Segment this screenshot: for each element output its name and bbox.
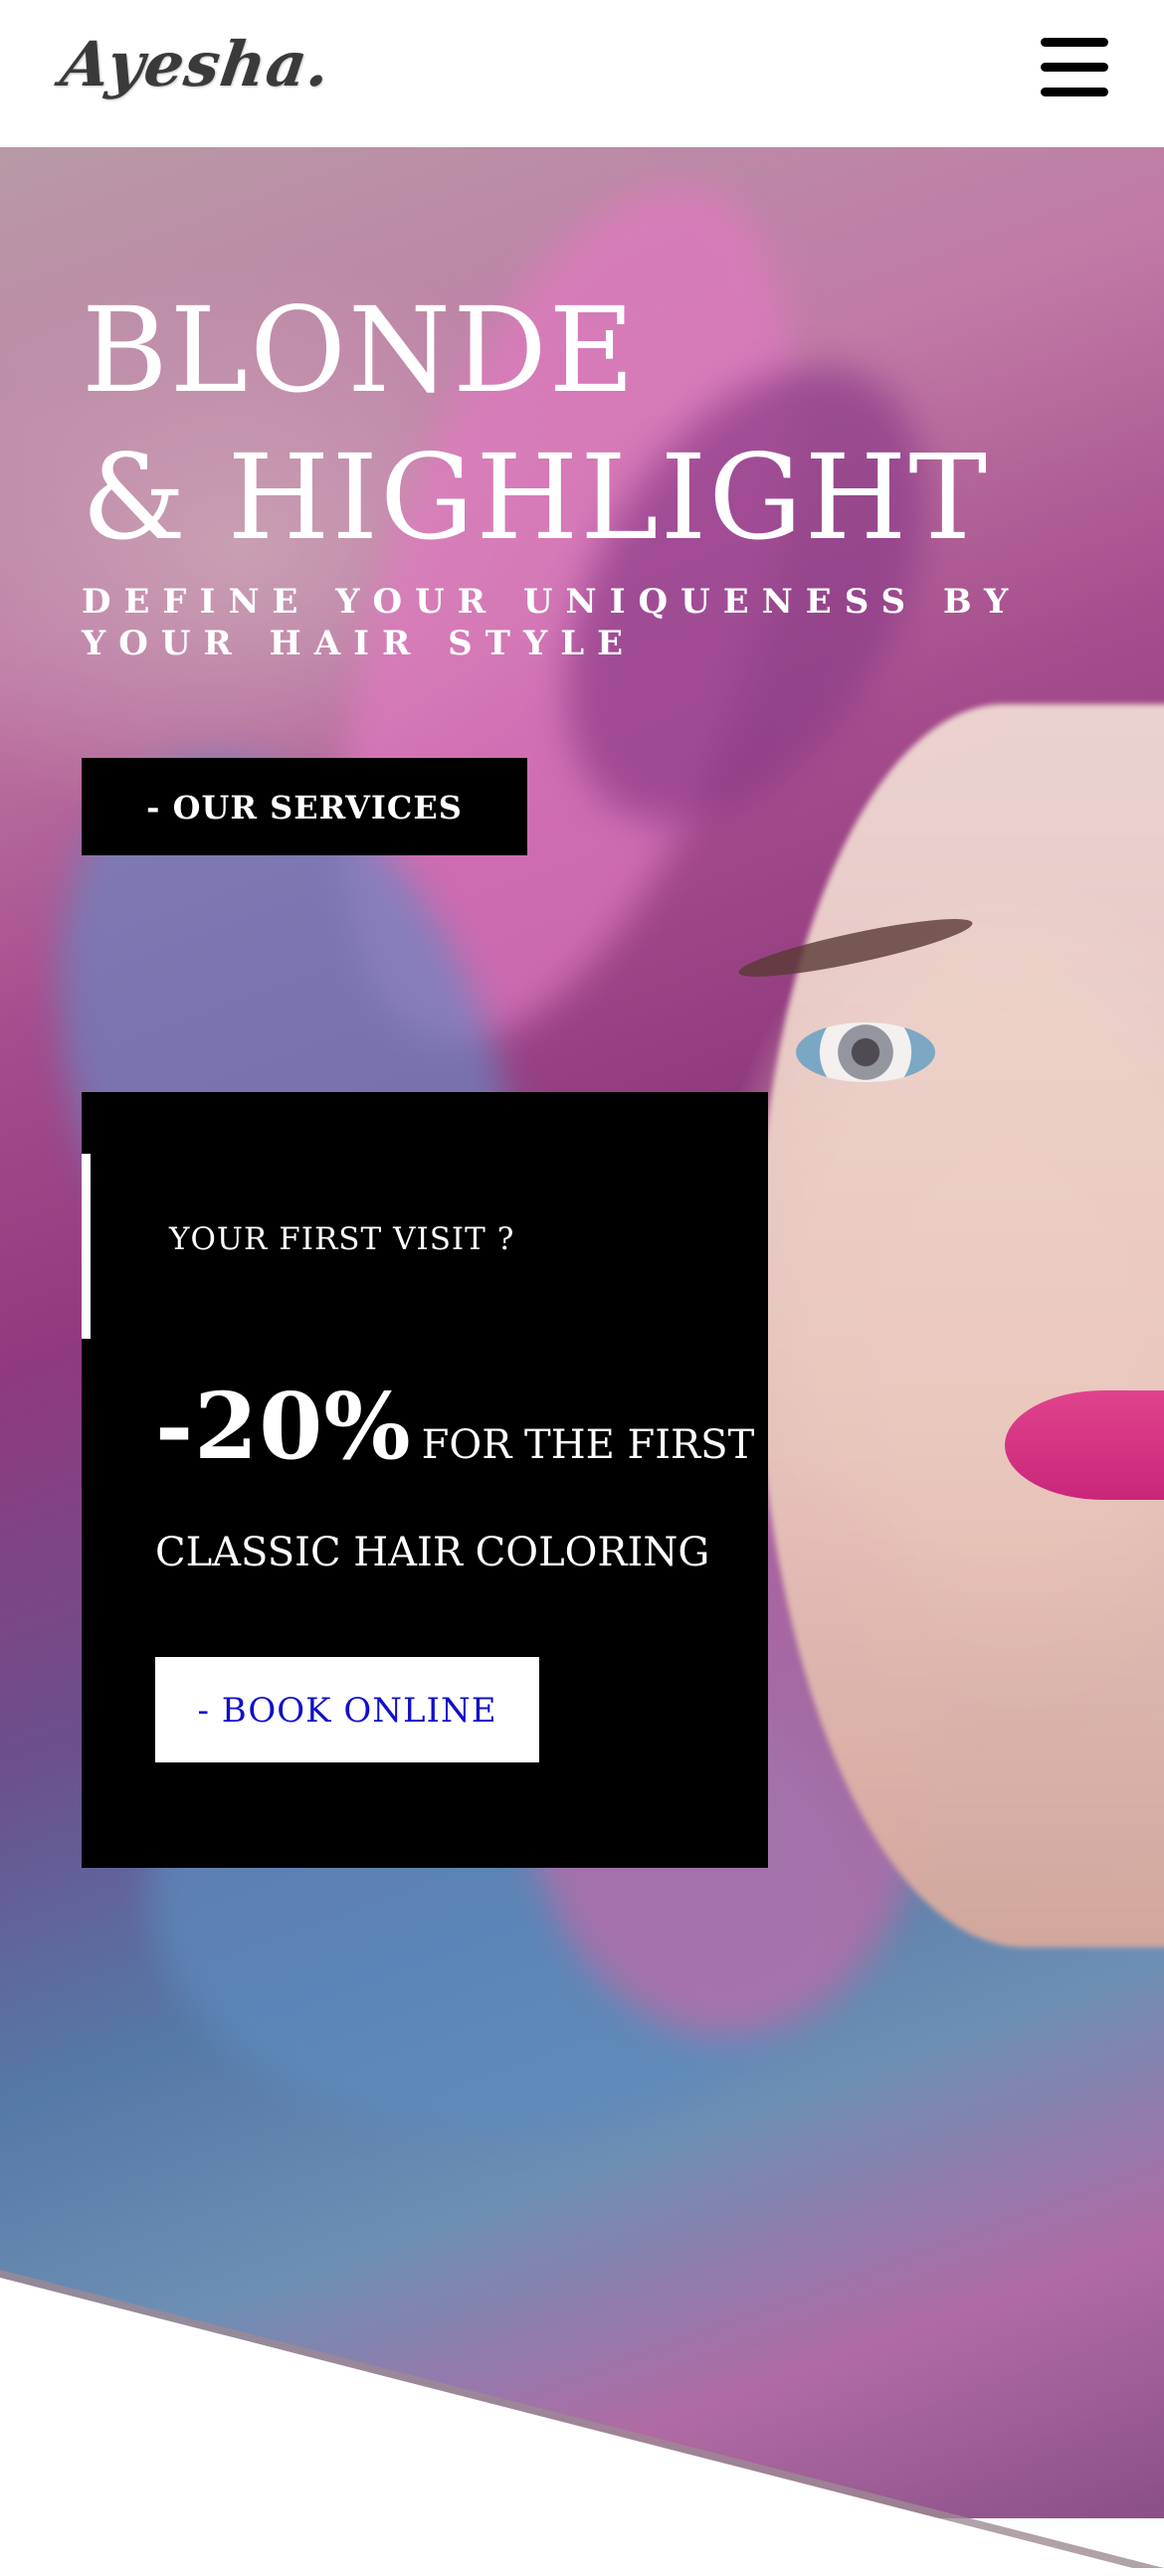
hamburger-menu-icon[interactable] — [1041, 38, 1108, 97]
promo-discount: -20% — [155, 1373, 412, 1480]
promo-offer-line2: CLASSIC HAIR COLORING — [155, 1530, 710, 1575]
promo-offer-text: FOR THE FIRST — [421, 1422, 755, 1468]
hero-title: BLONDE & HIGHLIGHT — [82, 276, 989, 571]
promo-offer-line1: -20% FOR THE FIRST — [155, 1373, 754, 1480]
hero-title-line2: & HIGHLIGHT — [82, 429, 990, 566]
promo-accent-bar — [82, 1154, 91, 1339]
site-header: Ayesha. — [0, 0, 1164, 147]
menu-bar — [1041, 63, 1108, 72]
book-online-button[interactable]: - BOOK ONLINE — [155, 1657, 539, 1762]
menu-bar — [1041, 38, 1108, 47]
menu-bar — [1041, 88, 1108, 96]
hero-title-line1: BLONDE — [82, 281, 637, 419]
site-logo[interactable]: Ayesha. — [57, 28, 335, 100]
first-visit-promo-card: YOUR FIRST VISIT ? -20% FOR THE FIRST CLA… — [82, 1092, 768, 1868]
promo-eyebrow: YOUR FIRST VISIT ? — [169, 1221, 515, 1257]
hero-tagline: DEFINE YOUR UNIQUENESS BY YOUR HAIR STYL… — [82, 582, 1022, 663]
our-services-button[interactable]: - OUR SERVICES — [82, 758, 527, 855]
model-eye — [796, 1022, 935, 1082]
